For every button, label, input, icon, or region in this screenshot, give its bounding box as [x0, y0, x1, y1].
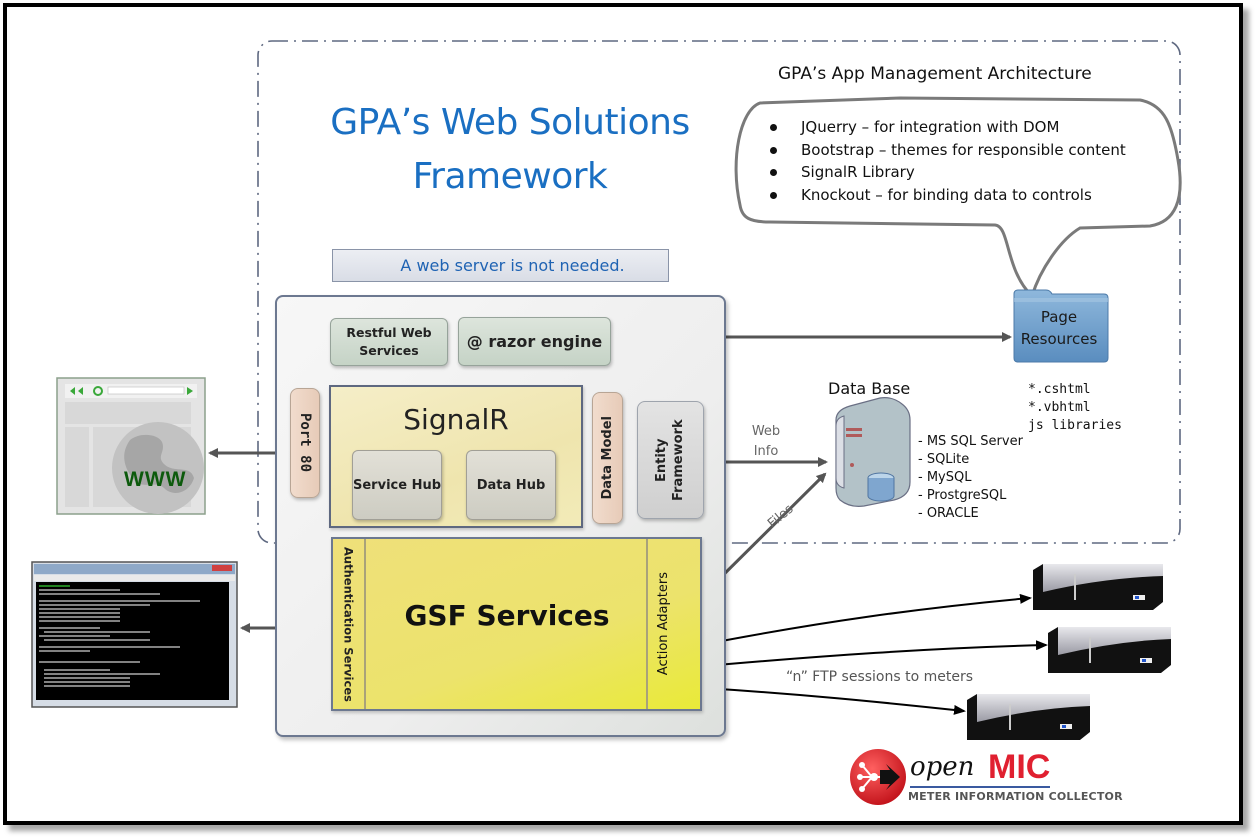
logo-open-text: open [910, 752, 975, 782]
gsf-services-box: Authentication Services GSF Services Act… [331, 537, 702, 711]
app-management-title: GPA’s App Management Architecture [778, 64, 1092, 84]
logo-underline [910, 786, 1050, 788]
web-server-note: A web server is not needed. [332, 249, 669, 282]
gsf-services-title: GSF Services [404, 599, 610, 632]
list-item: Bootstrap – themes for responsible conte… [770, 139, 1140, 162]
logo-mic-text: MIC [988, 748, 1051, 786]
logo-subtitle: METER INFORMATION COLLECTOR [908, 790, 1123, 803]
page-resources-label: Page Resources [1012, 306, 1106, 350]
entity-framework-label: Entity Framework [653, 419, 686, 501]
restful-web-services-box: Restful Web Services [330, 318, 448, 366]
data-model-box: Data Model [592, 392, 623, 524]
list-item: *.vbhtml [1028, 400, 1091, 415]
signalr-box: SignalR Service Hub Data Hub [329, 385, 583, 528]
database-engines-list: - MS SQL Server - SQLite - MySQL - Prost… [918, 433, 1023, 523]
www-label: WWW [124, 468, 187, 491]
list-item: - MS SQL Server [918, 434, 1023, 449]
database-title: Data Base [828, 379, 911, 398]
list-item: SignalR Library [770, 161, 1140, 184]
data-hub-box: Data Hub [466, 450, 556, 520]
action-adapters-label: Action Adapters [656, 572, 671, 676]
list-item: - SQLite [918, 452, 970, 467]
signalr-title: SignalR [403, 403, 509, 436]
list-item: js libraries [1028, 418, 1122, 433]
list-item: - ProstgreSQL [918, 488, 1007, 503]
main-title: GPA’s Web Solutions Framework [300, 96, 720, 204]
ftp-sessions-label: “n” FTP sessions to meters [786, 669, 974, 685]
main-title-line2: Framework [412, 156, 608, 197]
web-info-line1: Web [751, 424, 781, 439]
port-80-label: Port 80 [297, 413, 313, 473]
web-info-label: Web Info [745, 422, 787, 462]
razor-engine-box: @ razor engine [458, 317, 611, 366]
list-item: JQuerry – for integration with DOM [770, 116, 1140, 139]
main-title-line1: GPA’s Web Solutions [330, 102, 690, 143]
web-info-line2: Info [753, 444, 779, 459]
list-item: - MySQL [918, 470, 972, 485]
data-model-label: Data Model [600, 416, 615, 500]
authentication-services-box: Authentication Services [333, 539, 366, 709]
page-resources-files: *.cshtml *.vbhtml js libraries [1028, 381, 1122, 435]
page-resources-line2: Resources [1020, 330, 1098, 348]
list-item: *.cshtml [1028, 382, 1091, 397]
entity-framework-box: Entity Framework [637, 401, 704, 519]
app-management-list: JQuerry – for integration with DOM Boots… [770, 116, 1140, 206]
list-item: - ORACLE [918, 506, 979, 521]
page-resources-line1: Page [1040, 308, 1078, 326]
authentication-services-label: Authentication Services [341, 546, 356, 702]
list-item: Knockout – for binding data to controls [770, 184, 1140, 207]
port-80-box: Port 80 [290, 388, 320, 498]
action-adapters-box: Action Adapters [646, 539, 700, 709]
service-hub-box: Service Hub [352, 450, 442, 520]
